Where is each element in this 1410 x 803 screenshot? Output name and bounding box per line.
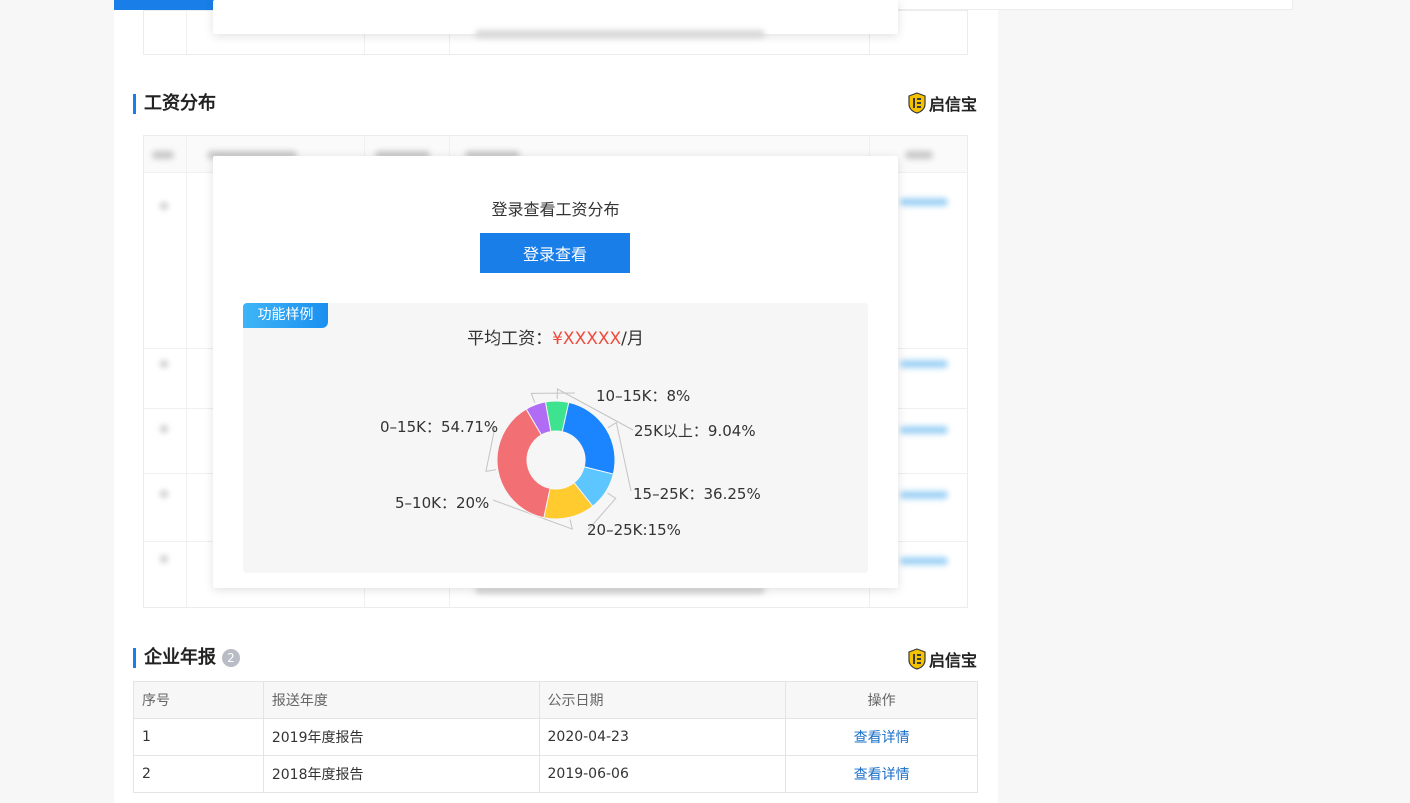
slice-label: 0–15K：54.71%	[380, 418, 499, 436]
avg-salary-label: 平均工资：	[467, 329, 553, 349]
section-title-annual-report: 企业年报 2	[133, 648, 240, 668]
shield-icon	[908, 92, 926, 114]
column-header-date: 公示日期	[538, 681, 787, 719]
cell-date: 2019-06-06	[538, 755, 787, 793]
blurred-text	[160, 555, 168, 563]
slice-label: 20–25K:15%	[587, 521, 681, 539]
previous-login-overlay-card	[213, 0, 898, 34]
brand-logo-salary: 启信宝	[908, 92, 977, 114]
section-title-salary: 工资分布	[133, 94, 216, 114]
view-details-link[interactable]: 查看详情	[854, 730, 910, 746]
blurred-link	[900, 426, 948, 434]
salary-title-text: 工资分布	[144, 93, 216, 114]
cell-action: 查看详情	[785, 718, 978, 756]
slice-label: 5–10K：20%	[395, 494, 490, 512]
blurred-text	[160, 425, 168, 433]
cell-date: 2020-04-23	[538, 718, 787, 756]
brand-name: 启信宝	[929, 651, 978, 670]
cell-index: 1	[133, 718, 264, 756]
blurred-link	[900, 491, 948, 499]
cell-year: 2018年度报告	[262, 755, 540, 793]
table-header-row: 序号 报送年度 公示日期 操作	[133, 681, 978, 719]
donut-slice-15-25K	[561, 401, 616, 475]
salary-donut-chart	[485, 388, 634, 531]
column-header-action: 操作	[785, 681, 978, 719]
blurred-text	[160, 202, 168, 210]
brand-name: 启信宝	[929, 95, 978, 114]
login-view-button[interactable]: 登录查看	[480, 233, 630, 273]
cell-year: 2019年度报告	[262, 718, 540, 756]
column-header-year: 报送年度	[262, 681, 540, 719]
table-row: 2 2018年度报告 2019-06-06 查看详情	[133, 755, 978, 793]
blurred-text	[905, 151, 933, 159]
avg-salary-unit: /月	[621, 329, 644, 349]
annual-report-table: 序号 报送年度 公示日期 操作 1 2019年度报告 2020-04-23 查看…	[133, 681, 978, 793]
view-details-link[interactable]: 查看详情	[854, 767, 910, 783]
slice-label: 25K以上：9.04%	[634, 422, 756, 440]
column-header-index: 序号	[133, 681, 264, 719]
cell-action: 查看详情	[785, 755, 978, 793]
slice-label: 10–15K：8%	[596, 387, 691, 405]
blurred-text	[152, 151, 174, 159]
report-title-text: 企业年报	[144, 647, 216, 668]
blurred-text	[160, 360, 168, 368]
cell-index: 2	[133, 755, 264, 793]
blurred-text	[475, 30, 765, 38]
slice-label: 15–25K：36.25%	[633, 485, 761, 503]
blurred-link	[900, 557, 948, 565]
avg-salary-value: ¥XXXXX	[552, 329, 622, 349]
average-salary: 平均工资：¥XXXXX/月	[243, 324, 868, 349]
shield-icon	[908, 648, 926, 670]
blurred-text	[160, 490, 168, 498]
count-badge: 2	[222, 649, 240, 667]
table-row: 1 2019年度报告 2020-04-23 查看详情	[133, 718, 978, 756]
brand-logo-report: 启信宝	[908, 648, 977, 670]
blurred-link	[900, 360, 948, 368]
login-prompt: 登录查看工资分布	[491, 200, 620, 219]
blurred-link	[900, 198, 948, 206]
